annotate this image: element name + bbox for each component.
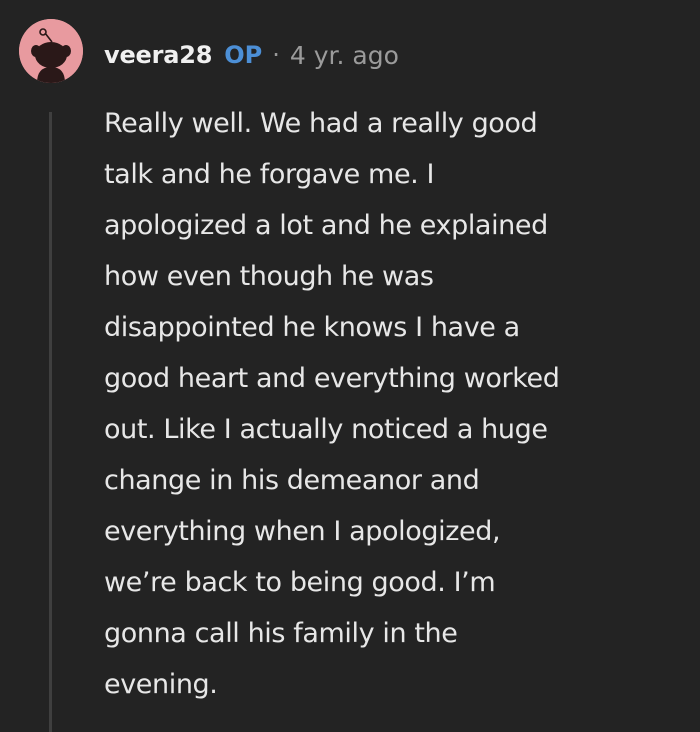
thread-collapse-line[interactable] <box>49 112 52 732</box>
comment-text-line: talk and he forgave me. I <box>104 159 435 190</box>
comment-text-line: everything when I apologized, <box>104 516 501 547</box>
comment-text-line: disappointed he knows I have a <box>104 312 520 343</box>
comment-text-line: out. Like I actually noticed a huge <box>104 414 548 445</box>
separator-dot: · <box>272 41 280 69</box>
comment-text-line: apologized a lot and he explained <box>104 210 548 241</box>
comment-text-line: Really well. We had a really good <box>104 108 538 139</box>
comment-text-line: how even though he was <box>104 261 434 292</box>
timestamp-link[interactable]: 4 yr. ago <box>290 41 399 70</box>
comment-text-line: gonna call his family in the <box>104 618 458 649</box>
comment-text-line: good heart and everything worked <box>104 363 560 394</box>
user-avatar[interactable] <box>19 19 83 83</box>
comment-text-line: we’re back to being good. I’m <box>104 567 496 598</box>
comment-body: Really well. We had a really good talk a… <box>104 98 684 710</box>
comment-header: veera28 OP · 4 yr. ago <box>104 37 399 73</box>
snoo-avatar-icon <box>19 19 83 83</box>
op-badge: OP <box>224 41 263 69</box>
comment-text-line: change in his demeanor and <box>104 465 480 496</box>
comment: veera28 OP · 4 yr. ago Really well. We h… <box>0 0 700 732</box>
username-link[interactable]: veera28 <box>104 41 212 69</box>
comment-text-line: evening. <box>104 669 218 700</box>
